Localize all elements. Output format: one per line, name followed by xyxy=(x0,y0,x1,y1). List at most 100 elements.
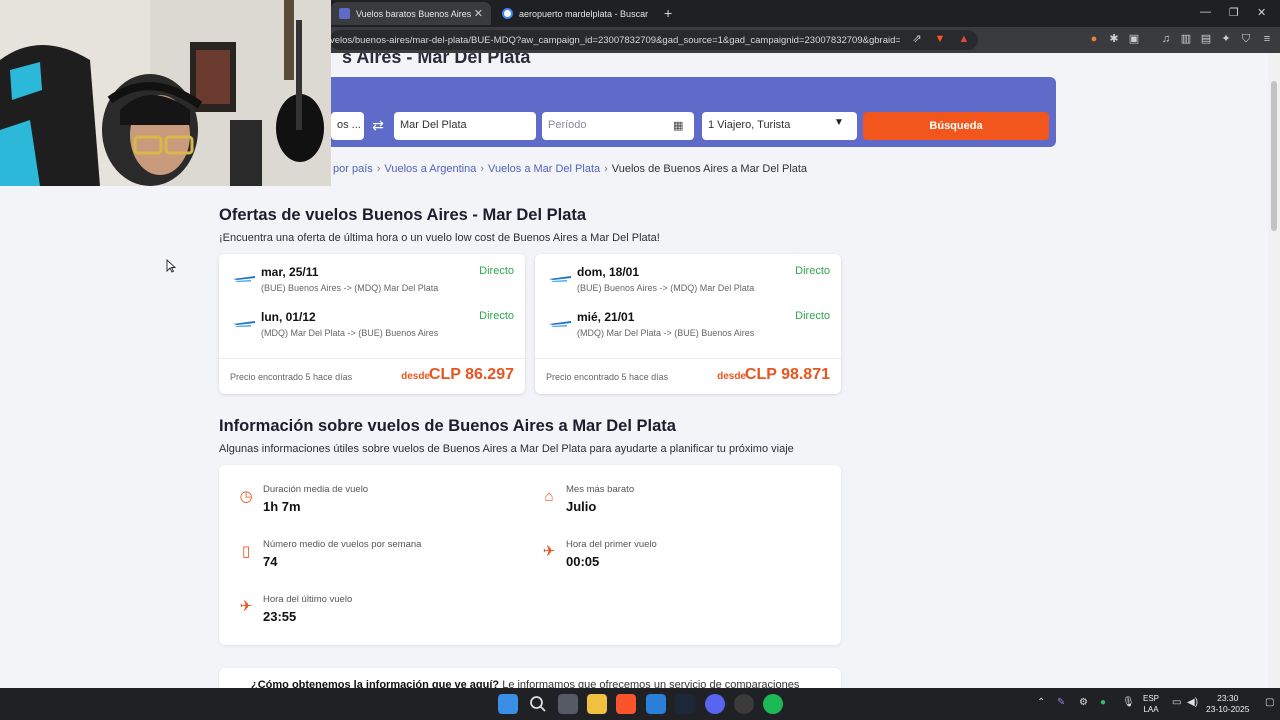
brave-browser-icon[interactable] xyxy=(616,694,636,714)
info-label: Mes más barato xyxy=(566,484,635,495)
info-label: Duración media de vuelo xyxy=(263,484,369,495)
windows-taskbar: ⌃ ✎ ⚙ ● 🎙 ESP LAA ▭ ◀) 23:30 23-10-2025 ▢ xyxy=(0,688,1280,720)
offer-card[interactable]: dom, 18/01 (BUE) Buenos Aires -> (MDQ) M… xyxy=(535,254,841,394)
info-heading: Información sobre vuelos de Buenos Aires… xyxy=(219,417,676,435)
faq-text: ¿Cómo obtenemos la información que ve aq… xyxy=(251,679,831,688)
scrollbar-thumb[interactable] xyxy=(1271,81,1277,231)
info-subtitle: Algunas informaciones útiles sobre vuelo… xyxy=(219,443,794,455)
photos-icon[interactable] xyxy=(646,694,666,714)
sidebar-icon[interactable]: ▥ xyxy=(1180,33,1192,45)
volume-icon[interactable]: ◀) xyxy=(1187,697,1198,708)
menu-icon[interactable]: ≡ xyxy=(1261,33,1273,45)
origin-input[interactable]: os ... xyxy=(331,112,364,140)
tray-app-icon[interactable]: ✎ xyxy=(1057,697,1065,708)
lang-bottom: LAA xyxy=(1143,705,1159,714)
offers-heading: Ofertas de vuelos Buenos Aires - Mar Del… xyxy=(219,206,587,224)
status-dot-icon[interactable]: ● xyxy=(1100,697,1106,708)
leg-route: (MDQ) Mar Del Plata -> (BUE) Buenos Aire… xyxy=(261,328,439,338)
webcam-overlay xyxy=(0,0,331,186)
offer-price: CLP 86.297 xyxy=(428,366,514,383)
info-item-weekly-flights: ▯ Número medio de vuelos por semana 74 xyxy=(237,539,517,579)
clock-date: 23-10-2025 xyxy=(1206,704,1250,714)
media-icon[interactable]: ♫ xyxy=(1160,33,1172,45)
brave-shield-icon[interactable]: ▼ xyxy=(934,33,946,45)
minimize-icon[interactable]: — xyxy=(1200,6,1211,18)
brave-rewards-icon[interactable]: ▲ xyxy=(958,33,970,45)
streamer-camera-image xyxy=(0,0,331,186)
leg-type: Directo xyxy=(795,310,830,322)
search-icon[interactable] xyxy=(528,694,548,714)
swap-icon[interactable]: ⇄ xyxy=(368,117,388,135)
chevron-up-icon[interactable]: ⌃ xyxy=(1037,697,1045,708)
info-label: Hora del último vuelo xyxy=(263,594,353,605)
info-value: 1h 7m xyxy=(263,499,301,514)
leo-ai-icon[interactable]: ✦ xyxy=(1220,33,1232,45)
clipboard-icon: ▯ xyxy=(241,543,251,560)
divider xyxy=(219,358,525,359)
start-icon[interactable] xyxy=(498,694,518,714)
period-input[interactable]: Período xyxy=(542,112,694,140)
info-value: Julio xyxy=(566,499,597,514)
task-view-icon[interactable] xyxy=(558,694,578,714)
page-title: s Aires - Mar Del Plata xyxy=(342,53,531,67)
extensions-icon[interactable]: ✱ xyxy=(1108,33,1120,45)
vpn-icon[interactable]: ⛉ xyxy=(1240,33,1252,45)
discord-icon[interactable] xyxy=(705,694,725,714)
url-text[interactable]: velos/buenos-aires/mar-del-plata/BUE-MDQ… xyxy=(330,35,900,46)
tab-google-search[interactable]: aeropuerto mardelplata - Buscar con xyxy=(494,2,658,25)
chevron-right-icon: › xyxy=(480,163,485,175)
steam-tray-icon[interactable]: ⚙ xyxy=(1079,697,1088,708)
close-window-icon[interactable]: ✕ xyxy=(1257,6,1266,19)
offer-card[interactable]: mar, 25/11 (BUE) Buenos Aires -> (MDQ) M… xyxy=(219,254,525,394)
file-explorer-icon[interactable] xyxy=(587,694,607,714)
calendar-icon[interactable]: ▦ xyxy=(673,119,683,132)
leg-date: lun, 01/12 xyxy=(261,310,316,324)
chevron-down-icon[interactable]: ▼ xyxy=(834,117,844,128)
mouse-cursor-icon xyxy=(166,259,176,273)
breadcrumb: por país › Vuelos a Argentina › Vuelos a Mar… xyxy=(333,163,807,175)
faq-question: ¿Cómo obtenemos la información que ve aq… xyxy=(251,679,500,688)
lang-top: ESP xyxy=(1143,694,1160,703)
tab-title: Vuelos baratos Buenos Aires - M xyxy=(356,8,474,19)
breadcrumb-link[interactable]: Vuelos a Argentina xyxy=(384,163,476,175)
steam-icon[interactable] xyxy=(675,694,695,714)
network-icon[interactable]: ▭ xyxy=(1172,697,1181,708)
notification-icon[interactable]: ▢ xyxy=(1265,697,1274,708)
info-label: Hora del primer vuelo xyxy=(566,539,657,550)
offers-subtitle: ¡Encuentra una oferta de última hora o u… xyxy=(219,232,660,244)
microphone-icon[interactable]: 🎙 xyxy=(1122,697,1135,708)
tag-icon: ⌂ xyxy=(544,488,554,505)
system-clock[interactable]: 23:30 23-10-2025 xyxy=(1206,693,1249,715)
close-tab-icon[interactable]: ✕ xyxy=(474,7,483,20)
share-icon[interactable]: ⇗ xyxy=(911,33,923,45)
chevron-right-icon: › xyxy=(604,163,608,175)
faq-card[interactable]: ¿Cómo obtenemos la información que ve aq… xyxy=(219,668,841,688)
extension-fire-icon[interactable]: ● xyxy=(1088,33,1100,45)
tab-vuelos-baratos[interactable]: Vuelos baratos Buenos Aires - M ✕ xyxy=(331,2,491,25)
maximize-icon[interactable]: ❐ xyxy=(1229,6,1239,19)
breadcrumb-link[interactable]: por país xyxy=(333,163,373,175)
page-scrollbar[interactable] xyxy=(1268,53,1280,688)
flight-leg: dom, 18/01 (BUE) Buenos Aires -> (MDQ) M… xyxy=(535,260,841,300)
airline-logo-icon xyxy=(549,321,571,327)
destination-input[interactable]: Mar Del Plata xyxy=(394,112,536,140)
airline-logo-icon xyxy=(549,276,571,282)
info-value: 23:55 xyxy=(263,609,297,624)
info-item-cheapest-month: ⌂ Mes más barato Julio xyxy=(540,484,820,524)
airline-logo-icon xyxy=(233,321,255,327)
flight-leg: mié, 21/01 (MDQ) Mar Del Plata -> (BUE) … xyxy=(535,305,841,345)
breadcrumb-link[interactable]: Vuelos a Mar Del Plata xyxy=(488,163,600,175)
spotify-icon[interactable] xyxy=(763,694,783,714)
wallet-icon[interactable]: ▤ xyxy=(1200,33,1212,45)
leg-route: (MDQ) Mar Del Plata -> (BUE) Buenos Aire… xyxy=(577,328,755,338)
divider xyxy=(535,358,841,359)
input-language[interactable]: ESP LAA xyxy=(1143,693,1159,715)
screenshot-icon[interactable]: ▣ xyxy=(1128,33,1140,45)
leg-route: (BUE) Buenos Aires -> (MDQ) Mar Del Plat… xyxy=(261,283,439,293)
info-label: Número medio de vuelos por semana xyxy=(263,539,422,550)
obs-icon[interactable] xyxy=(734,694,754,714)
search-button[interactable]: Búsqueda xyxy=(863,112,1049,140)
new-tab-button[interactable]: + xyxy=(664,5,672,21)
price-found-note: Precio encontrado 5 hace días xyxy=(546,372,669,382)
airline-logo-icon xyxy=(233,276,255,282)
